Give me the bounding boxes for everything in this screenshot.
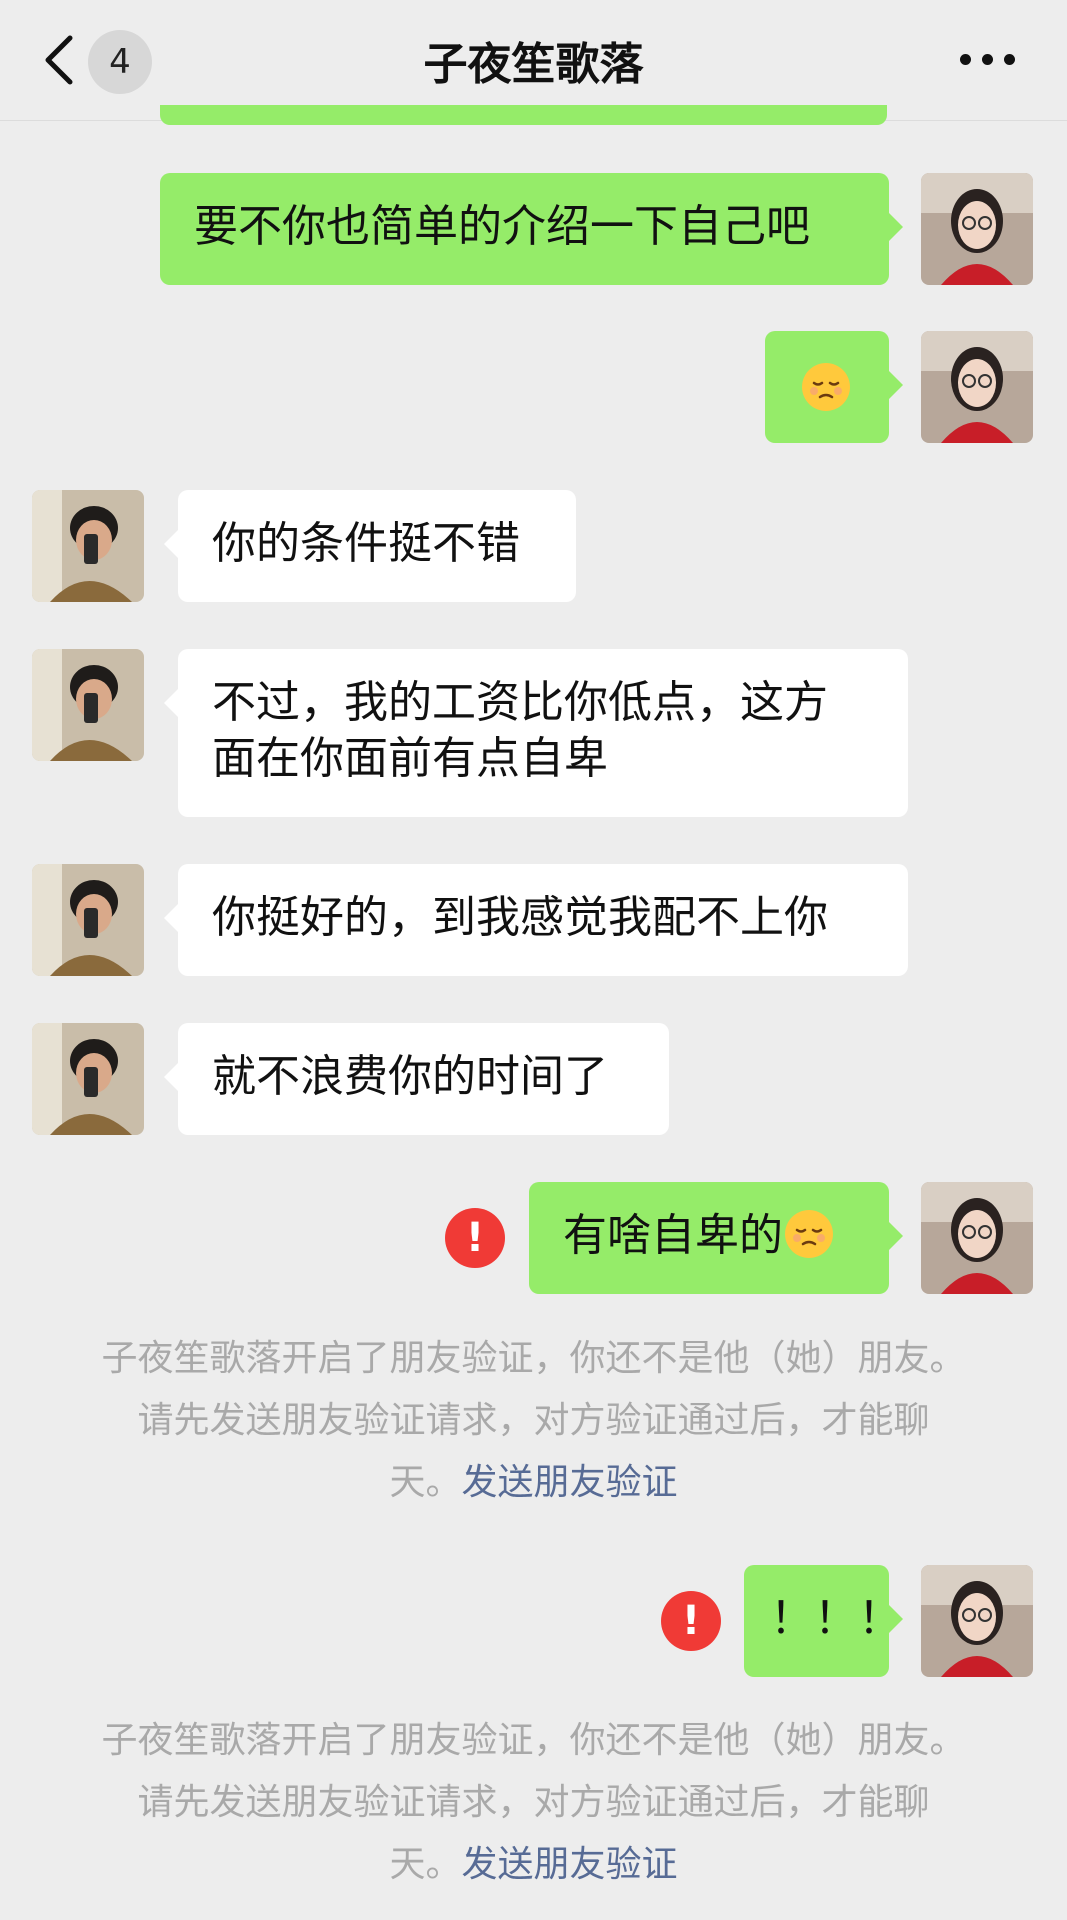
chat-header: 4 子夜笙歌落 — [0, 0, 1067, 121]
back-arrow-icon[interactable] — [40, 32, 80, 88]
previous-message-bubble — [160, 105, 887, 125]
contact-avatar[interactable] — [32, 864, 144, 976]
my-avatar[interactable] — [921, 1182, 1033, 1294]
message-text: 你挺好的，到我感觉我配不上你 — [212, 892, 828, 943]
message-text-line: 不过，我的工资比你低点，这方 — [212, 677, 828, 728]
chat-title: 子夜笙歌落 — [423, 39, 644, 90]
pensive-face-icon — [802, 363, 850, 411]
notice-line: 天。发送朋友验证 — [60, 1834, 1007, 1896]
send-failed-icon[interactable]: ! — [445, 1208, 505, 1268]
send-friend-verification-link[interactable]: 发送朋友验证 — [462, 1462, 678, 1503]
message-bubble-mine[interactable]: 要不你也简单的介绍一下自己吧 — [160, 173, 903, 285]
notice-line: 天。发送朋友验证 — [60, 1452, 1007, 1514]
message-text: 就不浪费你的时间了 — [212, 1051, 608, 1102]
message-bubble-mine[interactable]: ！！！ — [744, 1565, 903, 1677]
contact-avatar[interactable] — [32, 649, 144, 761]
pensive-face-icon — [785, 1210, 833, 1258]
my-avatar[interactable] — [921, 331, 1033, 443]
message-text-line: 面在你面前有点自卑 — [212, 733, 608, 784]
my-avatar[interactable] — [921, 173, 1033, 285]
send-failed-icon[interactable]: ! — [661, 1591, 721, 1651]
my-avatar[interactable] — [921, 1565, 1033, 1677]
friend-verification-notice: 子夜笙歌落开启了朋友验证，你还不是他（她）朋友。 请先发送朋友验证请求，对方验证… — [60, 1328, 1007, 1514]
message-bubble-theirs[interactable]: 不过，我的工资比你低点，这方 面在你面前有点自卑 — [164, 649, 908, 817]
friend-verification-notice: 子夜笙歌落开启了朋友验证，你还不是他（她）朋友。 请先发送朋友验证请求，对方验证… — [60, 1710, 1007, 1896]
message-text: ！！！ — [770, 1593, 902, 1644]
unread-count-badge[interactable]: 4 — [88, 30, 152, 94]
send-friend-verification-link[interactable]: 发送朋友验证 — [462, 1844, 678, 1885]
message-bubble-mine[interactable]: 有啥自卑的 — [529, 1182, 903, 1294]
notice-line: 子夜笙歌落开启了朋友验证，你还不是他（她）朋友。 — [101, 1338, 966, 1379]
message-text: 你的条件挺不错 — [212, 518, 520, 569]
notice-line: 子夜笙歌落开启了朋友验证，你还不是他（她）朋友。 — [101, 1720, 966, 1761]
notice-line: 请先发送朋友验证请求，对方验证通过后，才能聊 — [137, 1782, 930, 1823]
notice-text: 天。 — [389, 1462, 462, 1503]
message-bubble-theirs[interactable]: 就不浪费你的时间了 — [164, 1023, 669, 1135]
contact-avatar[interactable] — [32, 490, 144, 602]
notice-text: 天。 — [389, 1844, 462, 1885]
contact-avatar[interactable] — [32, 1023, 144, 1135]
message-bubble-theirs[interactable]: 你挺好的，到我感觉我配不上你 — [164, 864, 908, 976]
message-bubble-theirs[interactable]: 你的条件挺不错 — [164, 490, 576, 602]
notice-line: 请先发送朋友验证请求，对方验证通过后，才能聊 — [137, 1400, 930, 1441]
message-text: 要不你也简单的介绍一下自己吧 — [194, 201, 810, 252]
message-text: 有啥自卑的 — [563, 1210, 783, 1261]
more-options-icon[interactable] — [960, 50, 1016, 70]
message-bubble-mine[interactable] — [765, 331, 903, 443]
